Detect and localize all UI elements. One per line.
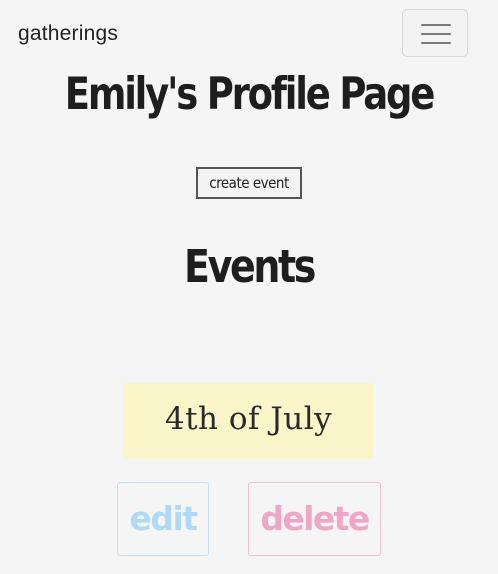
navbar: gatherings	[0, 0, 498, 70]
events-heading: Events	[184, 240, 316, 293]
page-title: Emily's Profile Page	[64, 68, 436, 120]
delete-label: delete	[260, 499, 370, 538]
hamburger-menu-icon	[421, 24, 451, 26]
hamburger-menu-icon-bar	[421, 33, 451, 35]
brand-link[interactable]: gatherings	[18, 22, 118, 46]
edit-label: edit	[129, 499, 198, 538]
create-event-button[interactable]: create event	[196, 167, 302, 199]
menu-toggle-button[interactable]	[402, 9, 468, 57]
hamburger-menu-icon-bar	[421, 42, 451, 44]
event-name: 4th of July	[164, 401, 333, 437]
delete-event-button[interactable]: delete	[248, 482, 381, 556]
edit-event-button[interactable]: edit	[117, 482, 209, 556]
event-card[interactable]: 4th of July	[123, 383, 374, 459]
